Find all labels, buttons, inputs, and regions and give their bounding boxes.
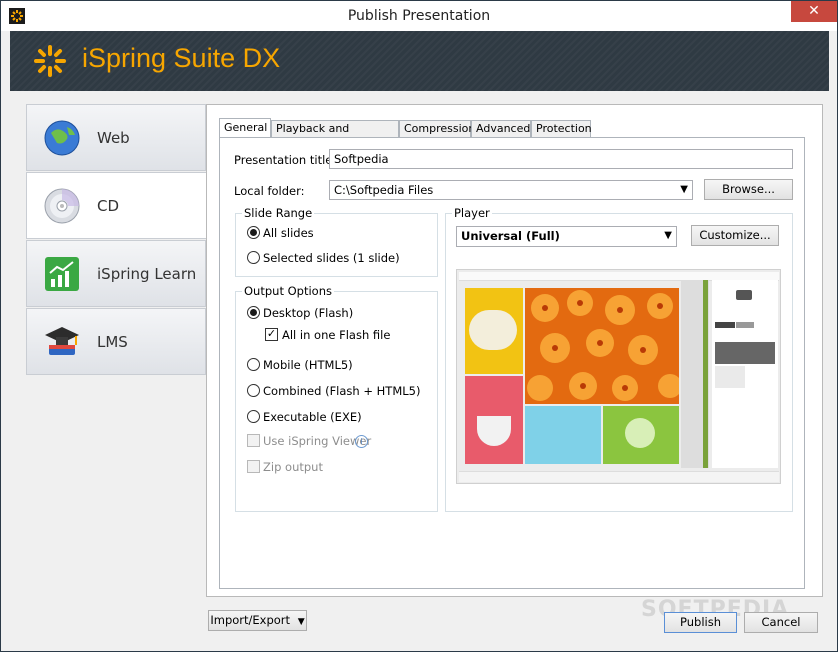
- nav-item-cd[interactable]: CD: [26, 172, 208, 239]
- chevron-down-icon: ▼: [664, 230, 672, 241]
- local-folder-value: C:\Softpedia Files: [334, 183, 434, 197]
- cd-icon: [43, 187, 81, 225]
- executable-radio[interactable]: [247, 410, 260, 423]
- player-select[interactable]: Universal (Full) ▼: [456, 226, 677, 247]
- zip-output-label: Zip output: [263, 460, 323, 474]
- chevron-down-icon: ▼: [297, 617, 305, 627]
- presentation-title-label: Presentation title:: [234, 153, 337, 167]
- player-preview-image: [456, 269, 781, 484]
- all-in-one-flash-checkbox[interactable]: ✓: [265, 328, 278, 341]
- desktop-flash-radio[interactable]: [247, 306, 260, 319]
- tab-playback-navigation[interactable]: Playback and Navigation: [271, 120, 399, 151]
- output-options-group: Output Options: [235, 284, 438, 512]
- all-slides-radio[interactable]: [247, 226, 260, 239]
- publish-window: Publish Presentation ✕ iSpring Suite DX …: [0, 0, 838, 652]
- use-ispring-viewer-checkbox[interactable]: [247, 434, 260, 447]
- player-value: Universal (Full): [461, 229, 560, 243]
- window-title: Publish Presentation: [347, 8, 491, 24]
- local-folder-label: Local folder:: [234, 184, 305, 198]
- preview-controls: [459, 471, 779, 482]
- slide-range-legend: Slide Range: [242, 206, 315, 220]
- preview-photo: [465, 376, 523, 464]
- executable-label: Executable (EXE): [263, 410, 362, 424]
- output-options-legend: Output Options: [242, 284, 334, 298]
- combined-label: Combined (Flash + HTML5): [263, 384, 421, 398]
- presentation-title-input[interactable]: Softpedia: [329, 149, 793, 169]
- preview-photo: [603, 406, 679, 464]
- brand-name: iSpring Suite DX: [82, 43, 281, 73]
- close-button[interactable]: ✕: [791, 1, 837, 22]
- mobile-html5-label: Mobile (HTML5): [263, 358, 353, 372]
- tab-compression[interactable]: Compression: [399, 120, 475, 137]
- preview-photo: [465, 288, 523, 374]
- preview-photo: [525, 288, 682, 404]
- tab-advanced[interactable]: Advanced: [471, 120, 531, 137]
- globe-icon: [43, 119, 81, 157]
- all-slides-label: All slides: [263, 226, 314, 240]
- import-export-label: Import/Export: [210, 613, 291, 627]
- info-icon[interactable]: i: [355, 435, 368, 448]
- combined-radio[interactable]: [247, 384, 260, 397]
- preview-sidebar: [712, 280, 778, 468]
- nav-item-ispring-learn[interactable]: iSpring Learn: [26, 240, 206, 307]
- zip-output-checkbox[interactable]: [247, 460, 260, 473]
- selected-slides-radio[interactable]: [247, 251, 260, 264]
- preview-accent: [703, 280, 708, 468]
- tab-general[interactable]: General: [219, 118, 271, 138]
- title-bar: Publish Presentation ✕: [1, 1, 837, 31]
- import-export-button[interactable]: Import/Export ▼: [208, 610, 307, 631]
- nav-item-lms[interactable]: LMS: [26, 308, 206, 375]
- publish-button[interactable]: Publish: [664, 612, 737, 633]
- all-in-one-flash-label: All in one Flash file: [282, 328, 391, 342]
- nav-label: CD: [97, 197, 120, 215]
- player-legend: Player: [452, 206, 492, 220]
- nav-label: LMS: [97, 333, 128, 351]
- selected-slides-label: Selected slides (1 slide): [263, 251, 400, 265]
- nav-item-web[interactable]: Web: [26, 104, 206, 171]
- slide-range-group: Slide Range: [235, 206, 438, 277]
- cancel-button[interactable]: Cancel: [744, 612, 818, 633]
- publish-destination-nav: Web CD iSpring Learn LMS: [26, 104, 208, 376]
- product-banner: iSpring Suite DX: [10, 31, 829, 91]
- customize-button[interactable]: Customize...: [691, 225, 779, 246]
- ispring-logo-icon: [30, 43, 70, 79]
- graduation-cap-icon: [43, 323, 81, 361]
- chevron-down-icon: ▼: [680, 184, 688, 195]
- nav-label: iSpring Learn: [97, 265, 197, 283]
- tab-protection[interactable]: Protection: [531, 120, 592, 137]
- nav-label: Web: [97, 129, 130, 147]
- desktop-flash-label: Desktop (Flash): [263, 306, 354, 320]
- preview-photo: [525, 406, 601, 464]
- browse-button[interactable]: Browse...: [704, 179, 793, 200]
- close-icon: ✕: [808, 3, 820, 19]
- chart-icon: [43, 255, 81, 293]
- local-folder-combo[interactable]: C:\Softpedia Files ▼: [329, 180, 693, 200]
- mobile-html5-radio[interactable]: [247, 358, 260, 371]
